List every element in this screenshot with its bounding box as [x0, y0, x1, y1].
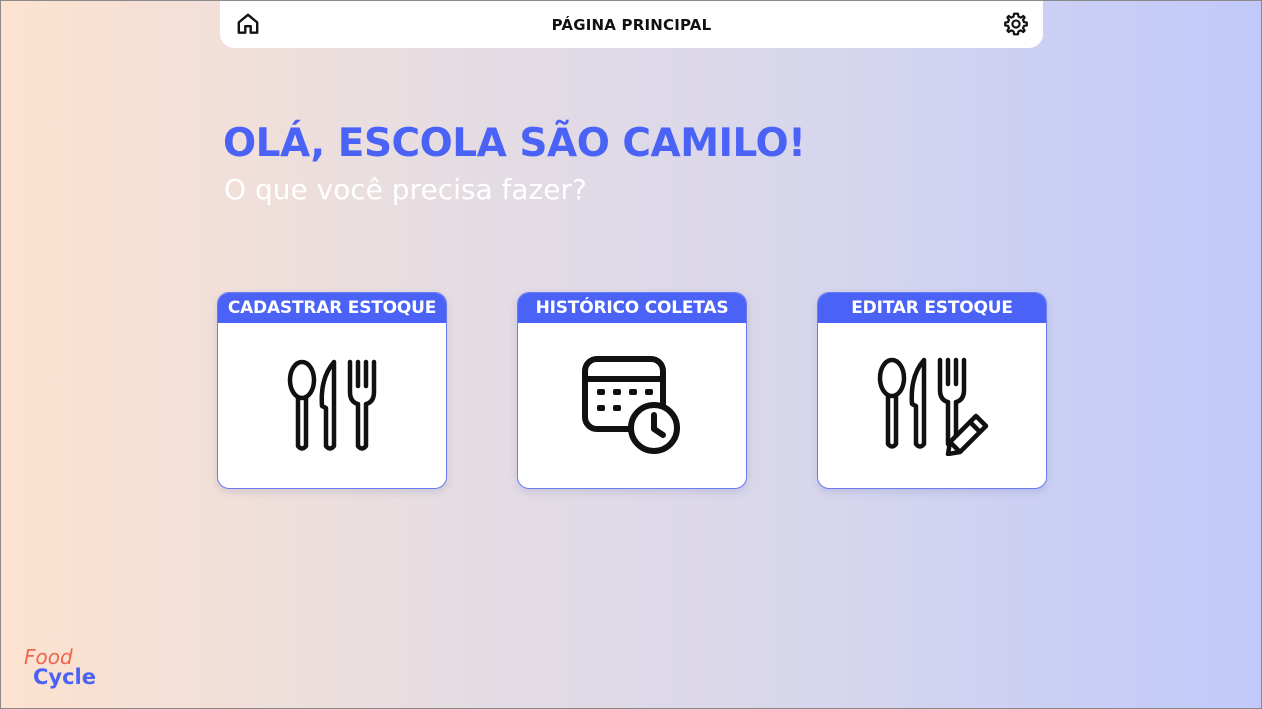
- food-cycle-logo: Food Cycle: [24, 647, 96, 688]
- greeting-subtitle: O que você precisa fazer?: [224, 173, 587, 206]
- cutlery-icon: [287, 359, 377, 451]
- greeting-heading: OLÁ, ESCOLA SÃO CAMILO!: [223, 121, 806, 166]
- card-title: CADASTRAR ESTOQUE: [218, 293, 446, 323]
- logo-word-cycle: Cycle: [33, 665, 96, 689]
- card-title: EDITAR ESTOQUE: [818, 293, 1046, 323]
- home-icon[interactable]: [235, 11, 261, 37]
- cutlery-edit-icon: [877, 357, 989, 456]
- edit-stock-card[interactable]: EDITAR ESTOQUE: [817, 292, 1047, 489]
- collection-history-card[interactable]: HISTÓRICO COLETAS: [517, 292, 747, 489]
- register-stock-card[interactable]: CADASTRAR ESTOQUE: [217, 292, 447, 489]
- card-title: HISTÓRICO COLETAS: [518, 293, 746, 323]
- gear-icon[interactable]: [1003, 11, 1029, 37]
- page-title: PÁGINA PRINCIPAL: [551, 15, 712, 34]
- top-bar: PÁGINA PRINCIPAL: [220, 1, 1043, 48]
- logo-word-food: Food: [24, 645, 73, 669]
- calendar-clock-icon: [582, 355, 680, 454]
